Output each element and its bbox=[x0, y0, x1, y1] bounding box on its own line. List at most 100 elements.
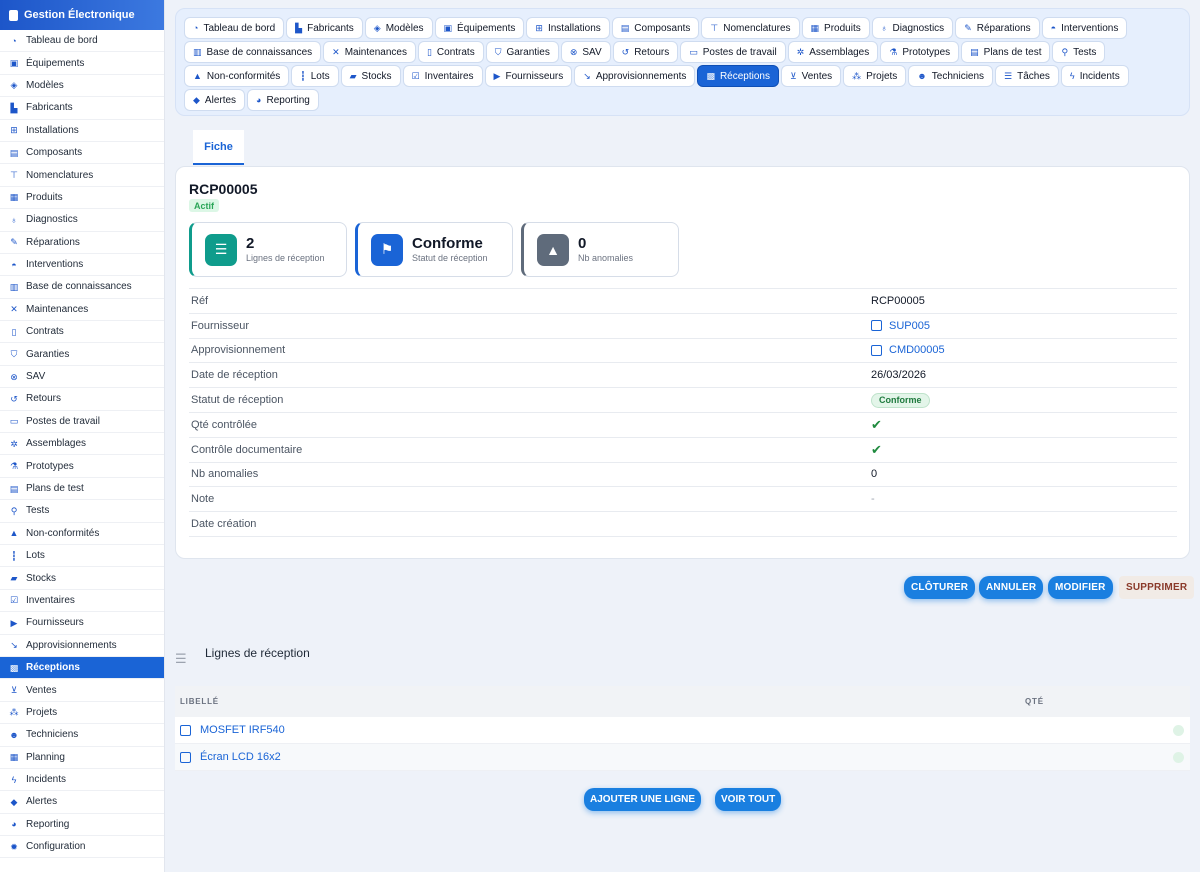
tab-garanties[interactable]: ⛉ Garanties bbox=[485, 41, 559, 63]
sidebar-item-interventions[interactable]: ◓ Interventions bbox=[0, 254, 164, 277]
tab-techniciens[interactable]: ☻ Techniciens bbox=[908, 65, 994, 87]
field-link[interactable]: SUP005 bbox=[871, 320, 930, 332]
sidebar-item-nomenclatures[interactable]: ⊤ Nomenclatures bbox=[0, 164, 164, 187]
tab-alertes[interactable]: ◆ Alertes bbox=[184, 89, 246, 111]
tab-fiche[interactable]: Fiche bbox=[193, 130, 244, 165]
sidebar-item-stocks[interactable]: ▰ Stocks bbox=[0, 567, 164, 590]
tab-postes-de-travail[interactable]: ▭ Postes de travail bbox=[680, 41, 786, 63]
tab-interventions[interactable]: ◓ Interventions bbox=[1041, 17, 1128, 39]
sidebar-item-garanties[interactable]: ⛉ Garanties bbox=[0, 343, 164, 366]
sidebar-item-projets[interactable]: ⁂ Projets bbox=[0, 702, 164, 725]
add-line-button[interactable]: AJOUTER UNE LIGNE bbox=[584, 788, 702, 811]
sidebar-item-alertes[interactable]: ◆ Alertes bbox=[0, 791, 164, 814]
tab-retours[interactable]: ↺ Retours bbox=[612, 41, 679, 63]
tab-nomenclatures[interactable]: ⊤ Nomenclatures bbox=[701, 17, 800, 39]
tab-tableau-de-bord[interactable]: ◔ Tableau de bord bbox=[184, 17, 285, 39]
truck-icon: ▶ bbox=[10, 617, 18, 628]
sidebar-item-approvisionnements[interactable]: ↘ Approvisionnements bbox=[0, 635, 164, 657]
tab-stocks[interactable]: ▰ Stocks bbox=[340, 65, 401, 87]
sidebar-item-plans-de-test[interactable]: ▤ Plans de test bbox=[0, 478, 164, 501]
tab-reparations[interactable]: ✎ Réparations bbox=[955, 17, 1040, 39]
tab-plans-de-test[interactable]: ▤ Plans de test bbox=[961, 41, 1051, 63]
tab-produits[interactable]: ▦ Produits bbox=[801, 17, 870, 39]
tab-lots[interactable]: ┇ Lots bbox=[291, 65, 339, 87]
sidebar-item-tests[interactable]: ⚲ Tests bbox=[0, 500, 164, 523]
sidebar-item-reporting[interactable]: ◕ Reporting bbox=[0, 814, 164, 837]
sidebar-item-techniciens[interactable]: ☻ Techniciens bbox=[0, 724, 164, 747]
table-row[interactable]: MOSFET IRF540 bbox=[175, 717, 1190, 744]
sidebar-item-produits[interactable]: ▦ Produits bbox=[0, 187, 164, 210]
tab-reporting[interactable]: ◕ Reporting bbox=[247, 89, 319, 111]
sidebar-item-composants[interactable]: ▤ Composants bbox=[0, 142, 164, 165]
calendar-icon: ▦ bbox=[9, 752, 19, 763]
modifier-button[interactable]: MODIFIER bbox=[1048, 576, 1113, 599]
sidebar-item-ventes[interactable]: ⊻ Ventes bbox=[0, 679, 164, 702]
detail-row: Statut de réception Conforme bbox=[189, 388, 1177, 413]
tab-projets[interactable]: ⁂ Projets bbox=[843, 65, 907, 87]
line-label-cell[interactable]: Écran LCD 16x2 bbox=[175, 751, 1025, 763]
sidebar-item-base-de-connaissances[interactable]: ▥ Base de connaissances bbox=[0, 276, 164, 299]
sidebar-item-non-conformites[interactable]: ▲ Non-conformités bbox=[0, 523, 164, 545]
tab-modeles[interactable]: ◈ Modèles bbox=[364, 17, 433, 39]
record-title: RCP00005 bbox=[189, 181, 258, 197]
view-all-button[interactable]: VOIR TOUT bbox=[715, 788, 782, 811]
tab-fournisseurs[interactable]: ▶ Fournisseurs bbox=[484, 65, 573, 87]
sidebar-item-contrats[interactable]: ▯ Contrats bbox=[0, 321, 164, 344]
field-label: Approvisionnement bbox=[191, 344, 286, 357]
sidebar-item-modeles[interactable]: ◈ Modèles bbox=[0, 75, 164, 98]
tab-equipements[interactable]: ▣ Équipements bbox=[434, 17, 525, 39]
field-label: Nb anomalies bbox=[191, 468, 259, 481]
tab-sav[interactable]: ⊗ SAV bbox=[560, 41, 611, 63]
sidebar-item-fabricants[interactable]: ▙ Fabricants bbox=[0, 97, 164, 120]
field-link[interactable]: CMD00005 bbox=[871, 344, 945, 356]
tab-label: Projets bbox=[866, 70, 898, 82]
tab-maintenances[interactable]: ✕ Maintenances bbox=[323, 41, 416, 63]
tab-diagnostics[interactable]: ♁ Diagnostics bbox=[871, 17, 954, 39]
tab-fabricants[interactable]: ▙ Fabricants bbox=[286, 17, 363, 39]
tab-ventes[interactable]: ⊻ Ventes bbox=[780, 65, 842, 87]
sidebar-item-reparations[interactable]: ✎ Réparations bbox=[0, 232, 164, 254]
tab-incidents[interactable]: ϟ Incidents bbox=[1060, 65, 1129, 87]
sidebar-item-inventaires[interactable]: ☑ Inventaires bbox=[0, 590, 164, 613]
line-label-cell[interactable]: MOSFET IRF540 bbox=[175, 724, 1025, 736]
annuler-button[interactable]: ANNULER bbox=[979, 576, 1044, 599]
sidebar-item-maintenances[interactable]: ✕ Maintenances bbox=[0, 299, 164, 322]
sidebar-item-diagnostics[interactable]: ♁ Diagnostics bbox=[0, 209, 164, 232]
detail-row: Date création bbox=[189, 512, 1177, 537]
sidebar-item-retours[interactable]: ↺ Retours bbox=[0, 388, 164, 411]
sidebar-item-assemblages[interactable]: ✲ Assemblages bbox=[0, 433, 164, 456]
sidebar-item-receptions[interactable]: ▩ Réceptions bbox=[0, 656, 164, 680]
network-icon: ⊞ bbox=[10, 125, 18, 136]
sidebar-item-lots[interactable]: ┇ Lots bbox=[0, 545, 164, 568]
tab-composants[interactable]: ▤ Composants bbox=[611, 17, 700, 39]
sidebar-item-sav[interactable]: ⊗ SAV bbox=[0, 366, 164, 389]
tab-installations[interactable]: ⊞ Installations bbox=[526, 17, 610, 39]
supprimer-button[interactable]: SUPPRIMER bbox=[1119, 576, 1195, 599]
tab-inventaires[interactable]: ☑ Inventaires bbox=[402, 65, 483, 87]
sidebar-item-incidents[interactable]: ϟ Incidents bbox=[0, 769, 164, 792]
tab-base-de-connaissances[interactable]: ▥ Base de connaissances bbox=[184, 41, 322, 63]
sidebar-item-installations[interactable]: ⊞ Installations bbox=[0, 120, 164, 142]
tab-assemblages[interactable]: ✲ Assemblages bbox=[787, 41, 879, 63]
app-brand[interactable]: Gestion Électronique bbox=[0, 0, 164, 30]
kpi-value: 0 bbox=[578, 235, 587, 252]
sidebar-item-fournisseurs[interactable]: ▶ Fournisseurs bbox=[0, 612, 164, 635]
table-row[interactable]: Écran LCD 16x2 bbox=[175, 744, 1190, 771]
tab-approvisionnements[interactable]: ↘ Approvisionnements bbox=[574, 65, 696, 87]
tab-receptions[interactable]: ▩ Réceptions bbox=[697, 65, 779, 87]
tab-taches[interactable]: ☰ Tâches bbox=[995, 65, 1059, 87]
tab-prototypes[interactable]: ⚗ Prototypes bbox=[880, 41, 960, 63]
tab-non-conformites[interactable]: ▲ Non-conformités bbox=[184, 65, 290, 87]
tab-tests[interactable]: ⚲ Tests bbox=[1052, 41, 1106, 63]
tab-contrats[interactable]: ▯ Contrats bbox=[417, 41, 484, 63]
sidebar-item-planning[interactable]: ▦ Planning bbox=[0, 747, 164, 769]
sidebar-item-postes-de-travail[interactable]: ▭ Postes de travail bbox=[0, 411, 164, 434]
sidebar-item-prototypes[interactable]: ⚗ Prototypes bbox=[0, 455, 164, 478]
cloturer-button[interactable]: CLÔTURER bbox=[904, 576, 976, 599]
sidebar-item-configuration[interactable]: ✹ Configuration bbox=[0, 836, 164, 859]
cube-icon: ▣ bbox=[443, 22, 453, 33]
sidebar-item-tableau-de-bord[interactable]: ◔ Tableau de bord bbox=[0, 30, 164, 53]
sidebar-item-equipements[interactable]: ▣ Équipements bbox=[0, 52, 164, 75]
col-qte: QTÉ bbox=[1025, 697, 1044, 706]
project-icon: ⁂ bbox=[852, 70, 862, 81]
